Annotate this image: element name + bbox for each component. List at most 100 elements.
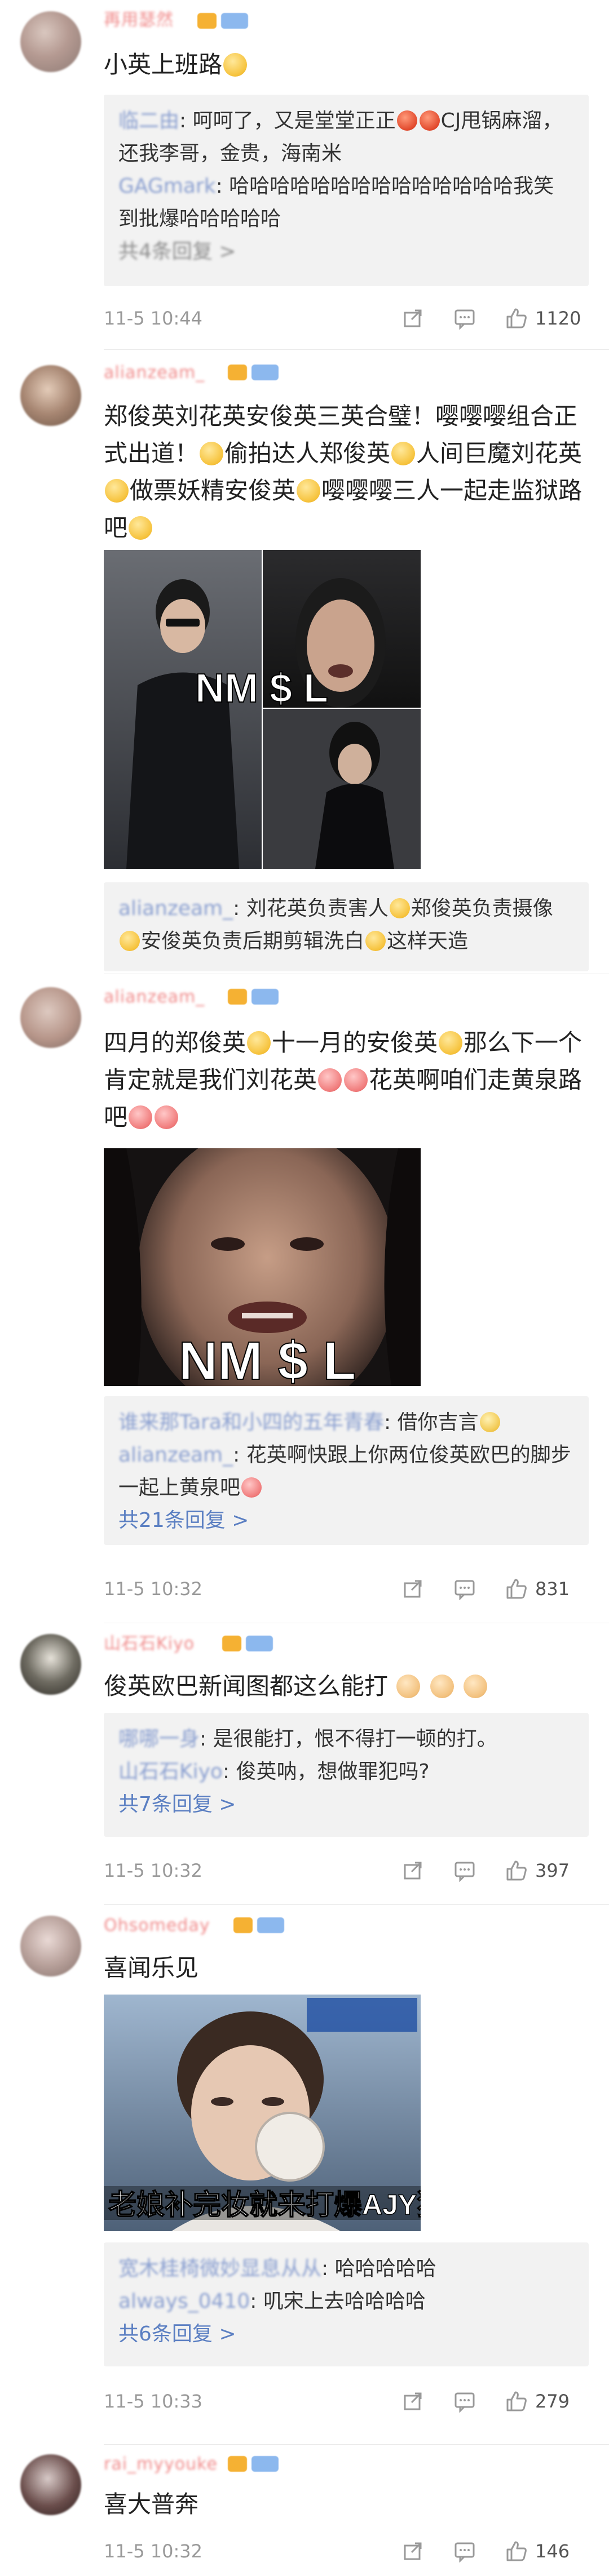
member-badge-icon — [222, 1636, 241, 1651]
comment-footer: 11-5 10:32 831 — [104, 1578, 589, 1600]
username[interactable]: Ohsomeday — [104, 1916, 210, 1936]
divider — [104, 2444, 609, 2445]
like-icon[interactable] — [505, 2540, 528, 2562]
more-replies-link[interactable]: 共4条回复 > — [118, 236, 574, 268]
divider — [104, 1904, 609, 1905]
reply-item[interactable]: 山石石Kiyo: 俊英呐，想做罪犯吗? — [118, 1756, 574, 1788]
comment-text: 郑俊英刘花英安俊英三英合璧！嘤嘤嘤组合正式出道！ 偷拍达人郑俊英 人间巨魔刘花英做票… — [104, 402, 582, 541]
reply-item[interactable]: alianzeam_: 刘花英负责害人 郑俊英负责摄像安俊英负责后期剪辑洗白 这样天… — [118, 892, 574, 958]
emoji-icon — [365, 931, 386, 951]
comment-icon[interactable] — [453, 2390, 476, 2413]
reply-box[interactable]: 临二由: 呵呵了，又是堂堂正正 CJ甩锅麻溜，还我李哥，金贵，海南米 GAGmar… — [104, 95, 589, 286]
vip-badge-icon — [251, 989, 279, 1005]
reply-item[interactable]: alianzeam_: 花英啊快跟上你两位俊英欧巴的脚步一起上黄泉吧 — [118, 1439, 574, 1504]
comment-image[interactable]: NM $ L — [104, 550, 421, 869]
user-badges — [197, 12, 248, 29]
vip-badge-icon — [257, 1917, 284, 1933]
vip-badge-icon — [221, 13, 248, 29]
comment-text: 小英上班路 — [104, 46, 589, 83]
avatar[interactable] — [20, 11, 81, 72]
share-icon[interactable] — [401, 1578, 424, 1600]
comment-icon[interactable] — [453, 1859, 476, 1882]
avatar[interactable] — [20, 365, 81, 426]
like-count: 1120 — [535, 308, 581, 329]
member-badge-icon — [197, 13, 217, 29]
vip-badge-icon — [246, 1636, 273, 1651]
image-caption: 老娘补完妆就来打爆AJY狗 — [108, 2189, 421, 2220]
more-replies-link[interactable]: 共7条回复 > — [118, 1788, 574, 1821]
avatar[interactable] — [20, 1916, 81, 1977]
more-replies-link[interactable]: 共21条回复 > — [118, 1504, 574, 1537]
user-badges — [228, 2455, 279, 2472]
reply-item[interactable]: GAGmark: 哈哈哈哈哈哈哈哈哈哈哈哈哈哈我笑到批爆哈哈哈哈哈 — [118, 170, 574, 236]
more-replies-link[interactable]: 共6条回复 > — [118, 2318, 574, 2351]
angry-emoji-icon — [396, 110, 417, 131]
fist-emoji-icon — [464, 1675, 488, 1698]
avatar[interactable] — [20, 987, 81, 1048]
comment-icon[interactable] — [453, 2540, 476, 2562]
username[interactable]: 山石石Kiyo — [104, 1634, 195, 1654]
comment-text: 四月的郑俊英 十一月的安俊英 那么下一个肯定就是我们刘花英 花英啊咱们走黄泉路吧 — [104, 1029, 582, 1131]
like-icon[interactable] — [505, 2390, 528, 2413]
pig-emoji-icon — [155, 1105, 179, 1129]
pig-emoji-icon — [241, 1477, 262, 1498]
user-badges — [228, 988, 279, 1005]
username[interactable]: rai_myyouke — [104, 2454, 218, 2475]
like-icon[interactable] — [505, 307, 528, 330]
username[interactable]: alianzeam_ — [104, 987, 205, 1007]
emoji-icon — [105, 479, 129, 503]
share-icon[interactable] — [401, 2390, 424, 2413]
comment-image[interactable]: NM $ L — [104, 1148, 421, 1386]
reply-item[interactable]: 临二由: 呵呵了，又是堂堂正正 CJ甩锅麻溜，还我李哥，金贵，海南米 — [118, 105, 574, 170]
comment-footer: 11-5 10:32 146 — [104, 2540, 589, 2562]
image-caption: NM $ L — [195, 666, 328, 711]
member-badge-icon — [228, 989, 247, 1005]
comment-image[interactable]: 老娘补完妆就来打爆AJY狗 — [104, 1995, 421, 2231]
share-icon[interactable] — [401, 1859, 424, 1882]
user-badges — [233, 1917, 284, 1934]
timestamp: 11-5 10:33 — [104, 2391, 203, 2412]
reply-box[interactable]: 宽木桂椅微妙显息从从: 哈哈哈哈哈 always_0410: 叽宋上去哈哈哈哈 … — [104, 2242, 589, 2366]
username[interactable]: 再用瑟然 — [104, 10, 174, 30]
username[interactable]: alianzeam_ — [104, 363, 205, 383]
comment-icon[interactable] — [453, 307, 476, 330]
avatar[interactable] — [20, 1634, 81, 1695]
reply-item[interactable]: always_0410: 叽宋上去哈哈哈哈 — [118, 2285, 574, 2318]
comment-footer: 11-5 10:32 397 — [104, 1859, 589, 1882]
vip-badge-icon — [251, 2456, 279, 2472]
share-icon[interactable] — [401, 2540, 424, 2562]
comment-footer: 11-5 10:44 1120 — [104, 307, 589, 330]
reply-box[interactable]: 谁来那Tara和小四的五年青春: 借你吉言 alianzeam_: 花英啊快跟上… — [104, 1396, 589, 1545]
reply-box[interactable]: alianzeam_: 刘花英负责害人 郑俊英负责摄像安俊英负责后期剪辑洗白 这样天… — [104, 882, 589, 971]
emoji-icon — [200, 442, 224, 465]
like-count: 397 — [535, 1860, 570, 1881]
reply-item[interactable]: 哪哪一身: 是很能打，恨不得打一顿的打。 — [118, 1723, 574, 1756]
avatar[interactable] — [20, 2454, 81, 2515]
reply-item[interactable]: 宽木桂椅微妙显息从从: 哈哈哈哈哈 — [118, 2253, 574, 2285]
emoji-icon — [297, 479, 321, 503]
smirk-emoji-icon — [479, 1412, 500, 1432]
pig-emoji-icon — [318, 1068, 342, 1092]
user-badges — [228, 364, 279, 381]
pig-emoji-icon — [129, 1105, 153, 1129]
timestamp: 11-5 10:32 — [104, 2541, 203, 2562]
timestamp: 11-5 10:32 — [104, 1860, 203, 1881]
like-count: 146 — [535, 2541, 570, 2562]
reply-item[interactable]: 谁来那Tara和小四的五年青春: 借你吉言 — [118, 1406, 574, 1439]
comment-footer: 11-5 10:33 279 — [104, 2390, 589, 2413]
comment-text: 喜大普奔 — [104, 2490, 199, 2518]
emoji-icon — [247, 1031, 271, 1055]
member-badge-icon — [228, 365, 247, 380]
reply-box[interactable]: 哪哪一身: 是很能打，恨不得打一顿的打。 山石石Kiyo: 俊英呐，想做罪犯吗?… — [104, 1713, 589, 1837]
share-icon[interactable] — [401, 307, 424, 330]
like-icon[interactable] — [505, 1859, 528, 1882]
emoji-icon — [439, 1031, 463, 1055]
comment-icon[interactable] — [453, 1578, 476, 1600]
timestamp: 11-5 10:32 — [104, 1578, 203, 1600]
image-caption: NM $ L — [179, 1331, 356, 1386]
like-icon[interactable] — [505, 1578, 528, 1600]
grin-emoji-icon — [223, 53, 248, 77]
emoji-icon — [129, 516, 153, 540]
member-badge-icon — [228, 2456, 247, 2472]
fist-emoji-icon — [396, 1675, 421, 1698]
